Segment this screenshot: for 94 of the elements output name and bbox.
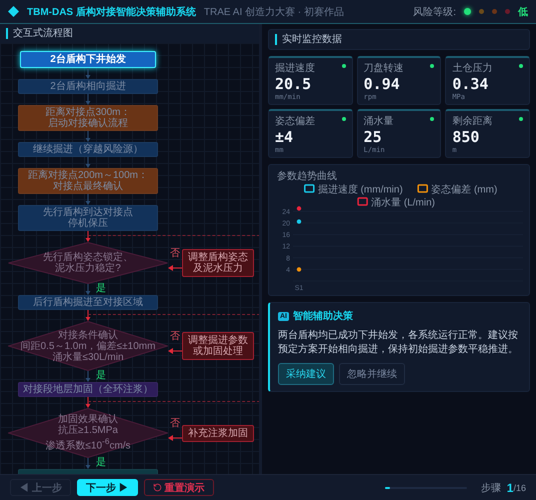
flow-arrow bbox=[85, 131, 91, 142]
decision-text: 渗透系数≤10$^{-6}$cm/s bbox=[45, 436, 131, 452]
data-point bbox=[296, 267, 302, 272]
no-label: 否 bbox=[170, 332, 180, 342]
flow-step[interactable]: 距离对接点200m～100m： 对接点最终确认 bbox=[18, 168, 158, 194]
step-text: 启动对接确认流程 bbox=[48, 118, 128, 129]
step-text: 距离对接点200m～100m： bbox=[28, 170, 148, 181]
decision-text: 抗压≥1.5MPa bbox=[58, 425, 118, 436]
correction-text: 或加固处理 bbox=[193, 346, 243, 357]
metric-value: 0.94 bbox=[364, 75, 400, 93]
panel-title: 实时监控数据 bbox=[275, 34, 523, 45]
flow-arrow bbox=[85, 157, 91, 168]
metric-value: 850 bbox=[452, 128, 480, 146]
metric-value: 0.34 bbox=[452, 75, 488, 93]
metric-label: 姿态偏差 bbox=[275, 114, 315, 128]
panel-title: 交互式流程图 bbox=[6, 28, 253, 39]
metric-label: 涌水量 bbox=[364, 114, 394, 128]
step-text: 对接段地层加固（全环注浆） bbox=[23, 384, 153, 395]
legend-label: 姿态偏差 (mm) bbox=[431, 184, 498, 196]
flow-arrow bbox=[85, 397, 91, 408]
decision-text: 两台盾构均已成功下井始发，各系统运行正常。建议按预定方案开始相向掘进，保持初始掘进参数平稳推进。 bbox=[278, 329, 519, 357]
flow-step[interactable]: 后行盾构掘进至对接区域 bbox=[18, 295, 158, 310]
correction-step[interactable]: 调整掘进参数 或加固处理 bbox=[182, 332, 254, 360]
yes-label: 是 bbox=[96, 458, 106, 468]
risk-label: 风险等级: bbox=[413, 6, 456, 18]
step-label: 步骤 bbox=[480, 482, 501, 494]
flow-step[interactable]: 先行盾构到达对接点 停机保压 bbox=[18, 205, 158, 231]
flow-step[interactable]: 2台盾构相向掘进 bbox=[18, 79, 158, 94]
legend-swatch bbox=[357, 197, 368, 206]
legend-swatch bbox=[304, 184, 315, 193]
legend-swatch bbox=[417, 184, 428, 193]
correction-text: 及泥水压力 bbox=[193, 263, 243, 274]
correction-text: 补充注浆加固 bbox=[188, 428, 248, 438]
step-text: 2台盾构相向掘进 bbox=[50, 81, 126, 92]
chart-title: 参数趋势曲线 bbox=[277, 170, 337, 183]
step-text: 距离对接点300m： bbox=[45, 107, 130, 118]
data-point bbox=[296, 206, 302, 211]
flow-step[interactable]: 对接段地层加固（全环注浆） bbox=[18, 382, 158, 397]
flow-arrow bbox=[85, 458, 91, 469]
metric-value: 20.5 bbox=[275, 75, 312, 93]
app-subtitle: TRAE AI 创造力大赛 · 初赛作品 bbox=[204, 6, 344, 18]
step-text: 继续掘进（穿越风险源） bbox=[33, 144, 143, 155]
metric-label: 掘进速度 bbox=[275, 62, 315, 75]
correction-text: 调整盾构姿态 bbox=[188, 252, 248, 263]
next-button[interactable]: 下一步 ▶ bbox=[76, 479, 138, 496]
flow-step[interactable]: 距离对接点300m： 启动对接确认流程 bbox=[18, 105, 158, 131]
correction-step[interactable]: 调整盾构姿态 及泥水压力 bbox=[182, 249, 254, 277]
app-title: TBM-DAS 盾构对接智能决策辅助系统 bbox=[27, 6, 196, 18]
decision-title: 智能辅助决策 bbox=[293, 310, 353, 323]
correction-text: 调整掘进参数 bbox=[188, 335, 248, 346]
decision-text: 涌水量≤30L/min bbox=[52, 352, 124, 362]
flow-step[interactable]: 2台盾构下井始发 bbox=[20, 51, 156, 68]
app-logo-icon bbox=[8, 6, 19, 17]
flow-arrow bbox=[85, 194, 91, 205]
metric-label: 剩余距离 bbox=[452, 114, 492, 128]
flow-arrow bbox=[168, 347, 182, 355]
yes-label: 是 bbox=[96, 371, 106, 381]
risk-value: 低 bbox=[518, 6, 528, 18]
ignore-button[interactable]: 忽略并继续 bbox=[339, 363, 405, 385]
metric-value: 25 bbox=[364, 128, 382, 146]
decision-text: 先行盾构姿态锁定、 bbox=[43, 252, 133, 263]
metric-label: 刀盘转速 bbox=[364, 62, 404, 75]
legend-label: 掘进速度 (mm/min) bbox=[318, 184, 403, 196]
flow-arrow bbox=[85, 284, 91, 295]
correction-step[interactable]: 补充注浆加固 bbox=[182, 424, 254, 442]
reset-icon bbox=[152, 483, 162, 492]
flow-arrow bbox=[85, 371, 91, 382]
decision-text: 加固效果确认 bbox=[58, 414, 118, 426]
yes-label: 是 bbox=[96, 284, 106, 294]
metric-value: ±4 bbox=[275, 128, 294, 146]
step-total: /16 bbox=[513, 482, 526, 492]
step-current: 1 bbox=[506, 480, 514, 494]
decision-text: 泥水压力稳定? bbox=[55, 263, 121, 274]
flow-arrow bbox=[85, 68, 91, 79]
step-text: 先行盾构到达对接点 bbox=[43, 207, 133, 218]
flow-arrow bbox=[85, 310, 91, 321]
flow-step[interactable]: 继续掘进（穿越风险源） bbox=[18, 142, 158, 157]
flow-arrow bbox=[168, 434, 182, 442]
accept-button[interactable]: 采纳建议 bbox=[278, 363, 334, 385]
no-label: 否 bbox=[170, 249, 180, 259]
decision-text: 对接条件确认 bbox=[58, 330, 118, 340]
step-text: 后行盾构掘进至对接区域 bbox=[33, 297, 143, 308]
flow-arrow bbox=[85, 231, 91, 242]
flow-arrow bbox=[85, 94, 91, 105]
data-point bbox=[296, 219, 302, 224]
flow-arrow bbox=[168, 264, 182, 272]
no-label: 否 bbox=[170, 419, 180, 429]
decision-text: 间距0.5～1.0m，偏差≤±10mm bbox=[20, 340, 156, 352]
reset-button[interactable]: 重置演示 bbox=[144, 479, 214, 496]
step-text: 停机保压 bbox=[68, 218, 108, 229]
step-text: 对接点最终确认 bbox=[53, 181, 123, 192]
metric-label: 土仓压力 bbox=[452, 62, 492, 75]
step-text: 2台盾构下井始发 bbox=[50, 54, 126, 65]
legend-label: 涌水量 (L/min) bbox=[371, 198, 435, 208]
